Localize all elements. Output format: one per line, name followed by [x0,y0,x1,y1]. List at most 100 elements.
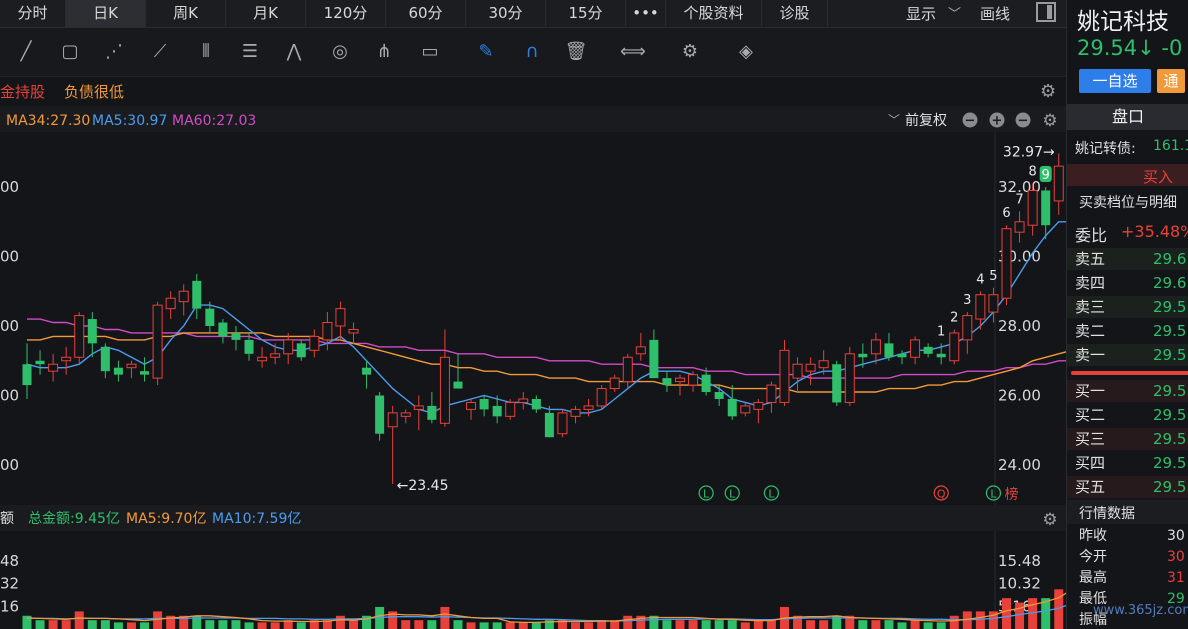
ask-label: 卖一 [1075,346,1106,364]
candle-body-up [675,377,685,383]
tab-8[interactable]: ••• [626,0,666,27]
bid-row[interactable]: 买三 29.5 [1067,428,1188,450]
settings-icon[interactable]: ⚙ [678,40,702,64]
candle-body-up [74,315,85,358]
chevron-down-icon: ﹀ [888,113,900,127]
bid-price: 29.5 [1153,406,1187,424]
wave-tool-icon[interactable]: ⋀ [282,40,306,64]
candle-body-down [453,381,463,389]
candle-body-up [152,304,163,379]
billboard-marker: 榜 [1004,486,1018,503]
volume-bar [923,622,933,629]
node-tool-icon[interactable]: ⟋ [148,40,172,64]
draw-line-button[interactable]: 画线 [980,3,1010,24]
seq-number: 8 [1028,165,1036,180]
volume-bar [675,620,685,629]
volume-bar [858,620,868,629]
tab-2[interactable]: 周K [146,0,226,27]
bid-row[interactable]: 买二 29.5 [1067,404,1188,426]
candle-body-down [531,398,541,410]
candle-body-down [649,339,659,379]
fan-tool-icon[interactable]: ⋰ [102,40,126,64]
pen-icon[interactable]: ✎ [474,40,498,64]
candle-body-up [387,412,398,428]
left-price-label: 00 [0,317,19,335]
kline-chart[interactable]: MA34:27.30 MA5:30.97 MA60:27.03 ﹀ 前复权 − + − ⚙额 总金… [0,106,1090,629]
tab-9[interactable]: 个股资料 [666,0,762,27]
volume-bar [884,620,894,629]
candle-body-up [257,356,268,362]
text-box-tool-icon[interactable]: ☰ [238,40,262,64]
note-tool-icon[interactable]: ▭ [418,40,442,64]
volume-bar [48,620,58,629]
tab-4[interactable]: 120分 [306,0,386,27]
candle-body-up [505,401,516,417]
fork-tool-icon[interactable]: ⋔ [372,40,396,64]
tab-7[interactable]: 15分 [546,0,626,27]
bars-tool-icon[interactable]: ⦀ [194,40,218,64]
tab-6[interactable]: 30分 [466,0,546,27]
magnet-icon[interactable]: ∩ [520,40,544,64]
buy-in-bar[interactable]: 买入 [1067,164,1188,186]
candle-body-up [609,377,620,390]
ask-row[interactable]: 卖二 29.5 [1067,320,1188,342]
ask-row[interactable]: 卖四 29.6 [1067,272,1188,294]
candle-body-down [884,343,894,358]
tab-10[interactable]: 诊股 [762,0,828,27]
candle-body-down [832,364,842,403]
seq-number: 3 [963,293,971,308]
bid-row[interactable]: 买四 29.5 [1067,452,1188,474]
candle-body-down [479,398,489,410]
volume-bar [518,622,528,629]
add-watchlist-button[interactable]: 一自选 [1079,69,1151,93]
cycle-tool-icon[interactable]: ◎ [328,40,352,64]
volume-bar [479,622,489,629]
tag-institution-holding[interactable]: 金持股 [0,81,45,102]
tab-pankou[interactable]: 盘口 [1067,104,1188,130]
ask-row[interactable]: 卖五 29.6 [1067,248,1188,270]
bid-row[interactable]: 买五 29.5 [1067,476,1188,498]
volume-bar [623,615,633,629]
volume-bar [100,620,110,629]
mirror-icon[interactable]: ⟺ [620,40,646,64]
chevron-down-icon[interactable]: ﹀ [948,3,961,22]
tab-3[interactable]: 月K [226,0,306,27]
volume-bar [753,620,763,629]
candle-body-down [714,392,724,399]
seq-number: 2 [950,310,958,325]
watermark: www.365jz.com [1093,603,1188,618]
volume-right-label: 10.32 [998,575,1041,593]
rect-tool-icon[interactable]: ▢ [58,40,82,64]
seq-number: 4 [976,272,984,287]
tab-0[interactable]: 分时 [0,0,66,27]
ma5-legend: MA5:30.97 [92,113,167,129]
tab-1[interactable]: 日K [66,0,146,27]
right-price-label: 24.00 [998,456,1041,474]
weibi-value: +35.48% [1121,222,1188,241]
ask-row[interactable]: 卖一 29.5 [1067,344,1188,366]
buy-in-button[interactable]: 买入 [1143,166,1173,187]
kline-chart-area[interactable]: MA34:27.30 MA5:30.97 MA60:27.03 ﹀ 前复权 − + − ⚙ 额总金… [0,106,1090,629]
ask-row[interactable]: 卖三 29.5 [1067,296,1188,318]
volume-right-label: 15.48 [998,552,1041,570]
trash-icon[interactable]: 🗑 [564,40,588,64]
tong-badge[interactable]: 通 [1157,69,1185,93]
bid-row[interactable]: 买一 29.5 [1067,380,1188,402]
volume-ma5-line [26,585,1086,624]
bid-price: 29.5 [1153,382,1187,400]
volume-bar [727,620,737,629]
layers-icon[interactable]: ◈ [734,40,758,64]
panel-toggle-icon[interactable] [1036,2,1056,22]
tag-low-debt[interactable]: 负债很低 [64,81,124,102]
stat-value: 31 [1167,570,1185,586]
ask-label: 卖四 [1075,274,1106,292]
event-marker-letter: L [703,488,710,501]
volume-bar [819,620,829,629]
display-menu[interactable]: 显示 [906,3,936,24]
settings-icon[interactable]: ⚙ [1040,81,1056,102]
tab-5[interactable]: 60分 [386,0,466,27]
candle-body-down [100,346,110,372]
candle-body-up [309,335,320,351]
line-tool-icon[interactable]: ╱ [14,40,38,64]
candle-body-up [1027,189,1038,226]
